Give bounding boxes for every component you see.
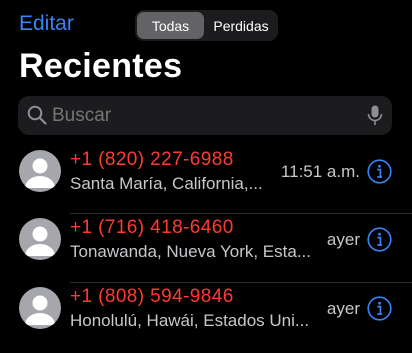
segment-all[interactable]: Todas (137, 12, 204, 39)
avatar (19, 218, 61, 260)
call-time: 11:51 a.m. (280, 162, 360, 181)
call-row[interactable]: +1 (808) 594-9846 Honolulú, Hawái, Estad… (0, 283, 412, 351)
call-time: ayer (326, 299, 360, 318)
caller-location: Honolulú, Hawái, Estados Uni... (70, 311, 310, 330)
edit-button[interactable]: Editar (19, 12, 74, 36)
search-input[interactable] (52, 96, 297, 135)
filter-segmented-control: Todas Perdidas (135, 10, 278, 41)
call-row[interactable]: +1 (716) 418-6460 Tonawanda, Nueva York,… (0, 214, 412, 282)
search-icon (27, 105, 47, 125)
person-icon (25, 158, 55, 188)
caller-number: +1 (716) 418-6460 (70, 217, 234, 238)
person-icon (25, 226, 55, 256)
page-title: Recientes (19, 47, 183, 85)
info-icon[interactable] (367, 159, 392, 184)
avatar (19, 150, 61, 192)
info-icon[interactable] (367, 296, 392, 321)
caller-location: Tonawanda, Nueva York, Esta... (70, 242, 311, 261)
caller-location: Santa María, California,... (70, 174, 263, 193)
avatar (19, 287, 61, 329)
microphone-icon[interactable] (367, 105, 383, 126)
info-icon[interactable] (367, 227, 392, 252)
caller-number: +1 (808) 594-9846 (70, 286, 234, 307)
call-row[interactable]: +1 (820) 227-6988 Santa María, Californi… (0, 146, 412, 214)
call-time: ayer (326, 230, 360, 249)
person-icon (25, 295, 55, 325)
search-bar[interactable] (18, 96, 392, 135)
caller-number: +1 (820) 227-6988 (70, 149, 234, 170)
segment-missed[interactable]: Perdidas (206, 12, 276, 39)
